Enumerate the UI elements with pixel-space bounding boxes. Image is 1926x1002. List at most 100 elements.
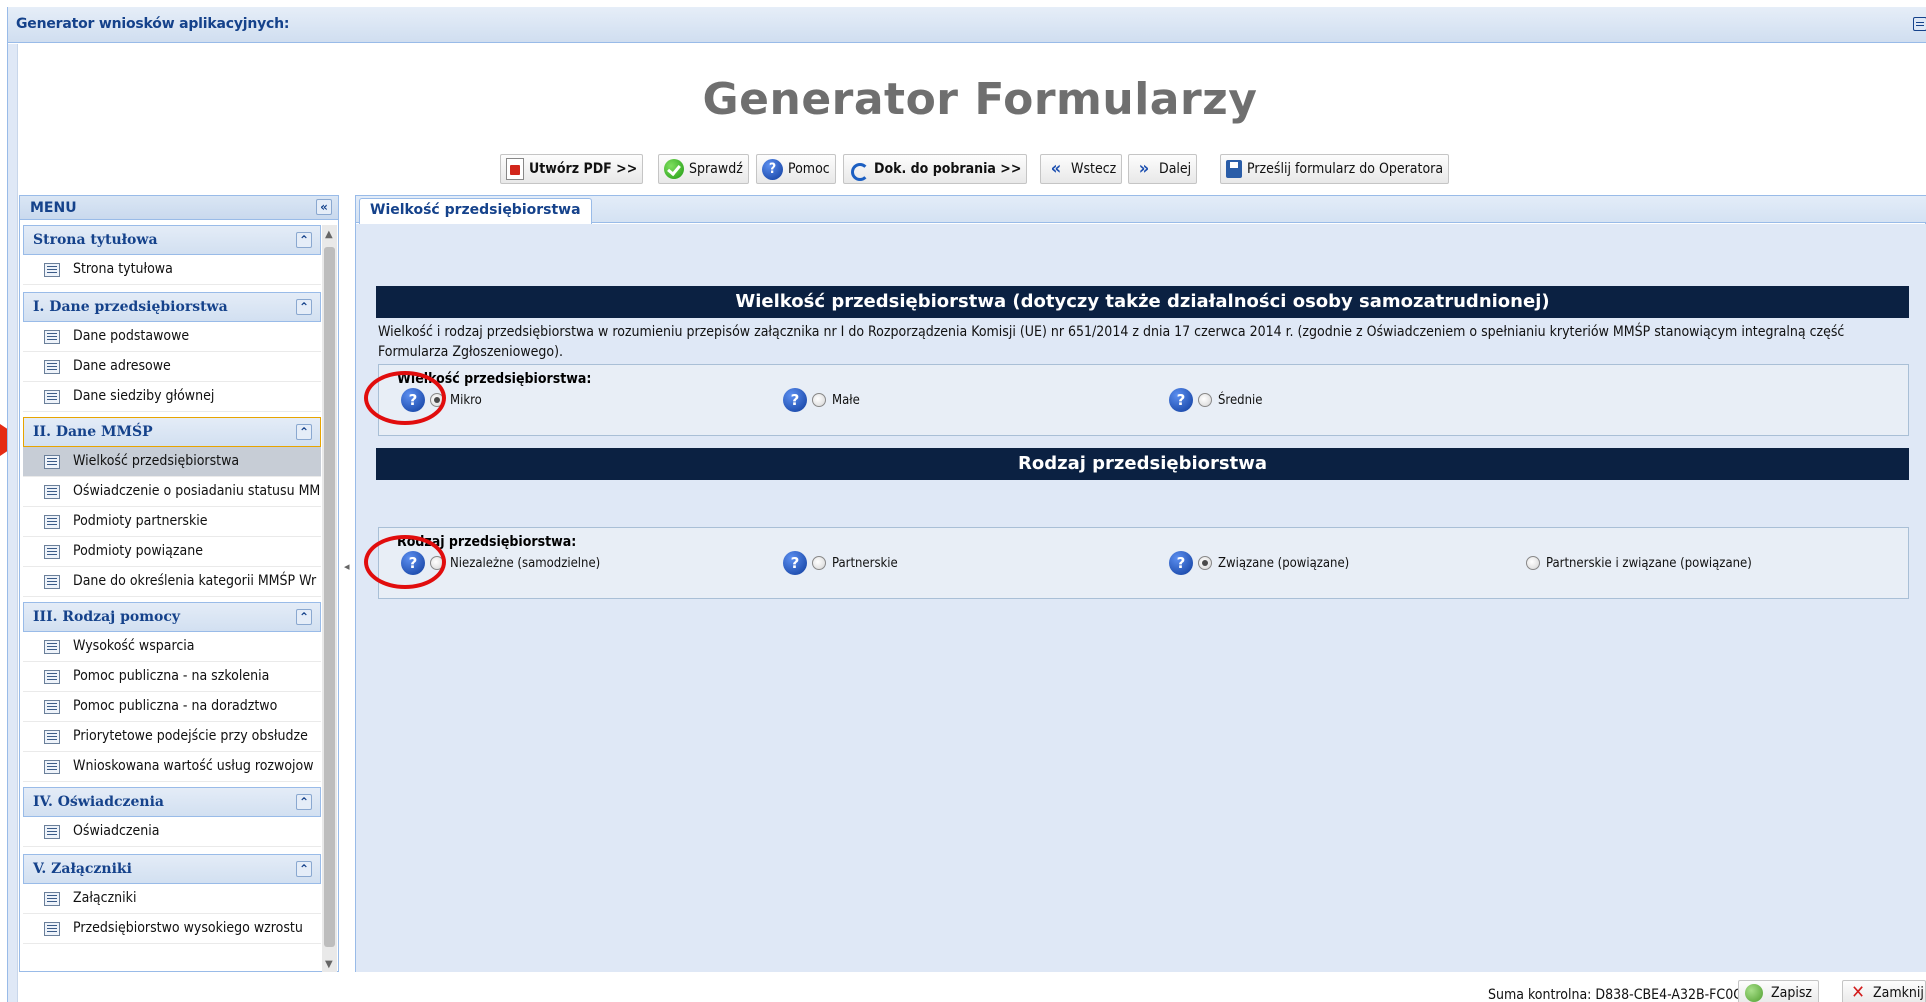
- form-page-icon: [44, 760, 60, 774]
- close-label: Zamknij: [1873, 985, 1924, 1001]
- sidebar-item-priorytetowe-podejscie[interactable]: Priorytetowe podejście przy obsłudze: [23, 722, 321, 752]
- next-button[interactable]: Dalej: [1128, 154, 1198, 184]
- sidebar-group-attachments[interactable]: V. Załączniki ⌃: [23, 854, 321, 884]
- sidebar-item-wysokosc-wsparcia[interactable]: Wysokość wsparcia: [23, 632, 321, 662]
- radio-partnerskie-i-zwiazane[interactable]: [1526, 556, 1540, 570]
- sidebar-collapse-button[interactable]: «: [316, 199, 332, 215]
- sidebar-item-label: Strona tytułowa: [73, 261, 173, 277]
- form-content: Wielkość przedsiębiorstwa (dotyczy także…: [356, 224, 1926, 973]
- sidebar-item-wnioskowana-wartosc[interactable]: Wnioskowana wartość usług rozwojow: [23, 752, 321, 782]
- save-button[interactable]: Zapisz: [1738, 980, 1820, 1002]
- group-collapse-icon[interactable]: ⌃: [296, 299, 312, 315]
- radio-male[interactable]: [812, 393, 826, 407]
- group-collapse-icon[interactable]: ⌃: [296, 861, 312, 877]
- form-page-icon: [44, 640, 60, 654]
- send-form-icon: [1226, 160, 1242, 178]
- sidebar-item-label: Dane adresowe: [73, 358, 171, 374]
- radio-zwiazane[interactable]: [1198, 556, 1212, 570]
- sidebar-item-label: Dane do określenia kategorii MMŚP Wr: [73, 573, 317, 589]
- form-page-icon: [44, 892, 60, 906]
- scrollbar-thumb[interactable]: [324, 247, 335, 947]
- form-page-icon: [44, 670, 60, 684]
- option-zwiazane[interactable]: Związane (powiązane): [1169, 550, 1349, 576]
- group-collapse-icon[interactable]: ⌃: [296, 609, 312, 625]
- sidebar-item-dane-siedziby[interactable]: Dane siedziby głównej: [23, 382, 321, 412]
- checksum-text: Suma kontrolna: D838-CBE4-A32B-FC0C: [1488, 987, 1743, 1002]
- tab-bar: Wielkość przedsiębiorstwa: [356, 196, 1926, 224]
- sidebar-title: MENU: [30, 200, 77, 216]
- back-label: Wstecz: [1071, 161, 1117, 177]
- sidebar-item-pomoc-doradztwo[interactable]: Pomoc publiczna - na doradztwo: [23, 692, 321, 722]
- status-bar: Suma kontrolna: D838-CBE4-A32B-FC0C Zapi…: [355, 972, 1926, 1002]
- radio-srednie[interactable]: [1198, 393, 1212, 407]
- check-icon: [664, 159, 684, 179]
- company-size-fieldset: Wielkość przedsiębiorstwa: Mikro Małe Śr…: [378, 364, 1909, 436]
- create-pdf-label: Utwórz PDF >>: [529, 161, 638, 177]
- back-icon: [1046, 160, 1066, 178]
- create-pdf-button[interactable]: Utwórz PDF >>: [500, 154, 644, 184]
- help-icon[interactable]: [1169, 388, 1193, 412]
- window-left-border: [8, 44, 18, 1002]
- help-button[interactable]: Pomoc: [756, 154, 836, 184]
- option-label: Partnerskie: [832, 555, 898, 571]
- scroll-down-icon[interactable]: ▼: [325, 959, 333, 970]
- option-partnerskie[interactable]: Partnerskie: [783, 550, 898, 576]
- option-label: Związane (powiązane): [1218, 555, 1350, 571]
- radio-partnerskie[interactable]: [812, 556, 826, 570]
- sidebar-item-dane-adresowe[interactable]: Dane adresowe: [23, 352, 321, 382]
- sidebar-item-pomoc-szkolenia[interactable]: Pomoc publiczna - na szkolenia: [23, 662, 321, 692]
- help-icon[interactable]: [783, 388, 807, 412]
- sidebar-item-label: Pomoc publiczna - na szkolenia: [73, 668, 270, 684]
- check-label: Sprawdź: [689, 161, 743, 177]
- sidebar-item-dane-podstawowe[interactable]: Dane podstawowe: [23, 322, 321, 352]
- sidebar-group-mmsp-data[interactable]: II. Dane MMŚP ⌃: [23, 417, 321, 447]
- sidebar-item-wysoki-wzrost[interactable]: Przedsiębiorstwo wysokiego wzrostu: [23, 914, 321, 944]
- sidebar-item-label: Załączniki: [73, 890, 137, 906]
- option-partnerskie-i-zwiazane[interactable]: Partnerskie i związane (powiązane): [1521, 550, 1752, 576]
- window-title: Generator wniosków aplikacyjnych:: [16, 16, 290, 32]
- send-form-label: Prześlij formularz do Operatora: [1247, 161, 1444, 177]
- form-page-icon: [44, 575, 60, 589]
- sidebar-group-aid-type[interactable]: III. Rodzaj pomocy ⌃: [23, 602, 321, 632]
- sidebar-group-declarations[interactable]: IV. Oświadczenia ⌃: [23, 787, 321, 817]
- sidebar-item-oswiadczenia[interactable]: Oświadczenia: [23, 817, 321, 847]
- restore-window-icon[interactable]: [1913, 17, 1926, 31]
- sidebar-group-label: IV. Oświadczenia: [33, 794, 164, 810]
- sidebar-item-oswiadczenie-status[interactable]: Oświadczenie o posiadaniu statusu MM: [23, 477, 321, 507]
- sidebar-item-zalaczniki[interactable]: Załączniki: [23, 884, 321, 914]
- option-srednie[interactable]: Średnie: [1169, 387, 1262, 413]
- sidebar-item-podmioty-partnerskie[interactable]: Podmioty partnerskie: [23, 507, 321, 537]
- group-collapse-icon[interactable]: ⌃: [296, 424, 312, 440]
- group-collapse-icon[interactable]: ⌃: [296, 794, 312, 810]
- section-header-company-type: Rodzaj przedsiębiorstwa: [376, 448, 1909, 480]
- group-collapse-icon[interactable]: ⌃: [296, 232, 312, 248]
- download-icon: [849, 160, 869, 181]
- help-icon[interactable]: [1169, 551, 1193, 575]
- form-page-icon: [44, 263, 60, 277]
- sidebar-group-title-page[interactable]: Strona tytułowa ⌃: [23, 225, 321, 255]
- panel-splitter-icon[interactable]: ◂: [344, 560, 350, 600]
- send-form-button[interactable]: Prześlij formularz do Operatora: [1220, 154, 1450, 184]
- scroll-up-icon[interactable]: ▲: [325, 229, 333, 240]
- close-button[interactable]: Zamknij: [1842, 980, 1926, 1002]
- sidebar-group-company-data[interactable]: I. Dane przedsiębiorstwa ⌃: [23, 292, 321, 322]
- page-title: Generator Formularzy: [702, 74, 1258, 125]
- company-type-fieldset: Rodzaj przedsiębiorstwa: Niezależne (sam…: [378, 527, 1909, 599]
- form-page-icon: [44, 922, 60, 936]
- sidebar-item-label: Wielkość przedsiębiorstwa: [73, 453, 240, 469]
- sidebar-item-strona-tytulowa[interactable]: Strona tytułowa: [23, 255, 321, 285]
- download-docs-label: Dok. do pobrania >>: [874, 161, 1022, 177]
- sidebar-scrollbar[interactable]: ▲ ▼: [322, 225, 337, 972]
- save-label: Zapisz: [1771, 985, 1813, 1001]
- tab-wielkosc-przedsiebiorstwa[interactable]: Wielkość przedsiębiorstwa: [359, 198, 592, 224]
- sidebar-item-kategoria-mmsp[interactable]: Dane do określenia kategorii MMŚP Wr: [23, 567, 321, 597]
- sidebar-item-wielkosc-przedsiebiorstwa[interactable]: Wielkość przedsiębiorstwa: [23, 447, 321, 477]
- form-page-icon: [44, 455, 60, 469]
- option-male[interactable]: Małe: [783, 387, 860, 413]
- download-docs-button[interactable]: Dok. do pobrania >>: [843, 154, 1028, 184]
- help-icon[interactable]: [783, 551, 807, 575]
- check-button[interactable]: Sprawdź: [658, 154, 749, 184]
- sidebar-item-podmioty-powiazane[interactable]: Podmioty powiązane: [23, 537, 321, 567]
- sidebar-item-label: Podmioty partnerskie: [73, 513, 208, 529]
- back-button[interactable]: Wstecz: [1040, 154, 1123, 184]
